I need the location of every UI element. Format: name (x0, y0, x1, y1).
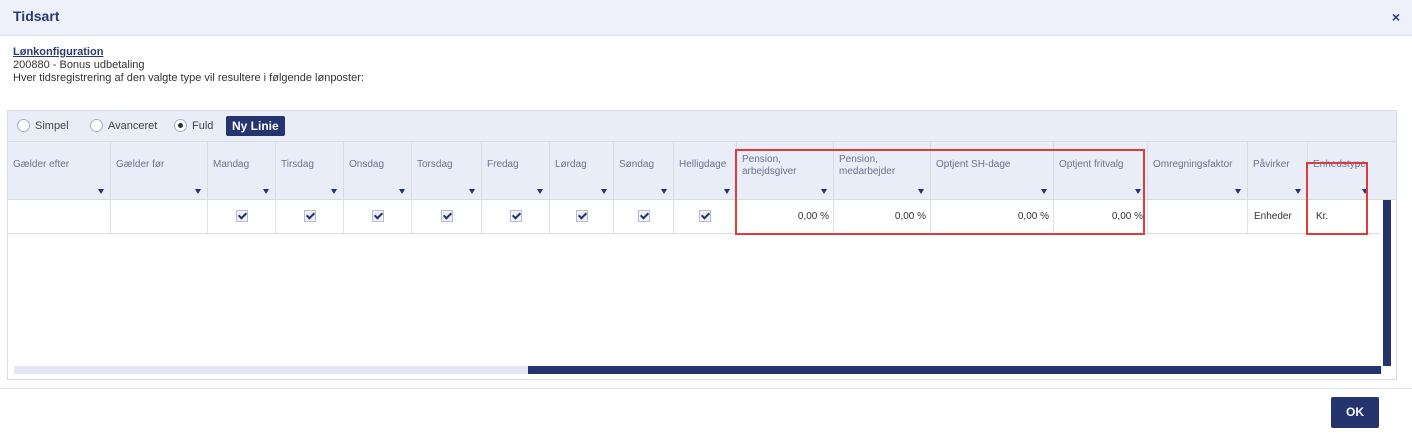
cell-onsdag (344, 200, 412, 233)
dialog-title: Tidsart (13, 8, 60, 24)
column-header[interactable]: Helligdage (674, 142, 737, 199)
cell-gaelder-foer[interactable] (111, 200, 208, 233)
filter-icon[interactable] (263, 189, 269, 194)
radio-circle-selected (174, 119, 187, 132)
column-header[interactable]: Optjent fritvalg (1054, 142, 1148, 199)
filter-icon[interactable] (1041, 189, 1047, 194)
cell-optjent-sh-dage[interactable]: 0,00 % (931, 200, 1054, 233)
radio-circle (90, 119, 103, 132)
filter-icon[interactable] (1295, 189, 1301, 194)
filter-icon[interactable] (1235, 189, 1241, 194)
mode-radio-fuld[interactable]: Fuld (174, 119, 213, 132)
filter-icon[interactable] (469, 189, 475, 194)
code-line: 200880 - Bonus udbetaling (13, 59, 145, 71)
filter-icon[interactable] (537, 189, 543, 194)
description: Hver tidsregistrering af den valgte type… (13, 72, 364, 84)
column-header[interactable]: Pension, medarbejder (834, 142, 931, 199)
cell-gaelder-efter[interactable] (8, 200, 111, 233)
soendag-checkbox[interactable] (637, 210, 650, 222)
cell-optjent-fritvalg[interactable]: 0,00 % (1054, 200, 1148, 233)
radio-label: Fuld (192, 119, 214, 132)
loerdag-checkbox[interactable] (575, 210, 588, 222)
horizontal-scrollbar[interactable] (528, 366, 1381, 374)
column-header[interactable]: Tirsdag (276, 142, 344, 199)
column-header[interactable]: Gælder før (111, 142, 208, 199)
filter-icon[interactable] (724, 189, 730, 194)
column-header[interactable]: Gælder efter (8, 142, 111, 199)
table-row[interactable]: 0,00 % 0,00 % 0,00 % 0,00 % Enheder Kr. (8, 200, 1380, 234)
helligdage-checkbox[interactable] (699, 210, 711, 222)
info-section: Lønkonfiguration 200880 - Bonus udbetali… (13, 46, 364, 85)
column-header[interactable]: Pension, arbejdsgiver (737, 142, 834, 199)
cell-pension-medarbejder[interactable]: 0,00 % (834, 200, 931, 233)
dialog-header: Tidsart × (0, 0, 1412, 36)
column-header[interactable]: Mandag (208, 142, 276, 199)
cell-mandag (208, 200, 276, 233)
filter-icon[interactable] (98, 189, 104, 194)
column-header[interactable]: Påvirker (1248, 142, 1308, 199)
mandag-checkbox[interactable] (235, 210, 248, 222)
column-header[interactable]: Onsdag (344, 142, 412, 199)
column-header[interactable]: Optjent SH-dage (931, 142, 1054, 199)
config-link[interactable]: Lønkonfiguration (13, 46, 364, 59)
filter-icon[interactable] (821, 189, 827, 194)
column-header[interactable]: Omregningsfaktor (1148, 142, 1248, 199)
vertical-scrollbar[interactable] (1383, 200, 1391, 366)
column-header[interactable]: Lørdag (550, 142, 614, 199)
table-header: Gælder efter Gælder før Mandag Tirsdag O… (8, 142, 1396, 200)
cell-paavirker[interactable]: Enheder (1248, 200, 1308, 233)
lines-panel: Simpel Avanceret Fuld Ny Linie Gælder ef… (7, 110, 1397, 380)
cell-enhedstype[interactable]: Kr. (1308, 200, 1374, 233)
radio-label: Simpel (35, 119, 69, 132)
radio-circle (17, 119, 30, 132)
cell-pension-arbejdsgiver[interactable]: 0,00 % (737, 200, 834, 233)
filter-icon[interactable] (195, 189, 201, 194)
filter-icon[interactable] (1135, 189, 1141, 194)
filter-icon[interactable] (399, 189, 405, 194)
cell-loerdag (550, 200, 614, 233)
ok-button[interactable]: OK (1331, 397, 1379, 428)
mode-radio-simpel[interactable]: Simpel (17, 119, 69, 132)
footer-divider (0, 388, 1412, 389)
column-header[interactable]: Søndag (614, 142, 674, 199)
cell-omregningsfaktor[interactable] (1148, 200, 1248, 233)
column-header[interactable]: Enhedstype (1308, 142, 1374, 199)
cell-helligdage (674, 200, 737, 233)
filter-icon[interactable] (601, 189, 607, 194)
new-line-button[interactable]: Ny Linie (226, 116, 285, 136)
filter-icon[interactable] (331, 189, 337, 194)
filter-icon[interactable] (661, 189, 667, 194)
tirsdag-checkbox[interactable] (303, 210, 316, 222)
cell-fredag (482, 200, 550, 233)
filter-icon[interactable] (918, 189, 924, 194)
column-header[interactable]: Fredag (482, 142, 550, 199)
close-icon[interactable]: × (1392, 9, 1400, 25)
filter-icon[interactable] (1362, 189, 1368, 194)
fredag-checkbox[interactable] (509, 210, 522, 222)
mode-radio-avanceret[interactable]: Avanceret (90, 119, 157, 132)
radio-label: Avanceret (108, 119, 158, 132)
cell-soendag (614, 200, 674, 233)
mode-toolbar: Simpel Avanceret Fuld Ny Linie (8, 111, 1396, 142)
torsdag-checkbox[interactable] (440, 210, 453, 222)
column-header[interactable]: Torsdag (412, 142, 482, 199)
cell-tirsdag (276, 200, 344, 233)
cell-torsdag (412, 200, 482, 233)
onsdag-checkbox[interactable] (371, 210, 384, 222)
